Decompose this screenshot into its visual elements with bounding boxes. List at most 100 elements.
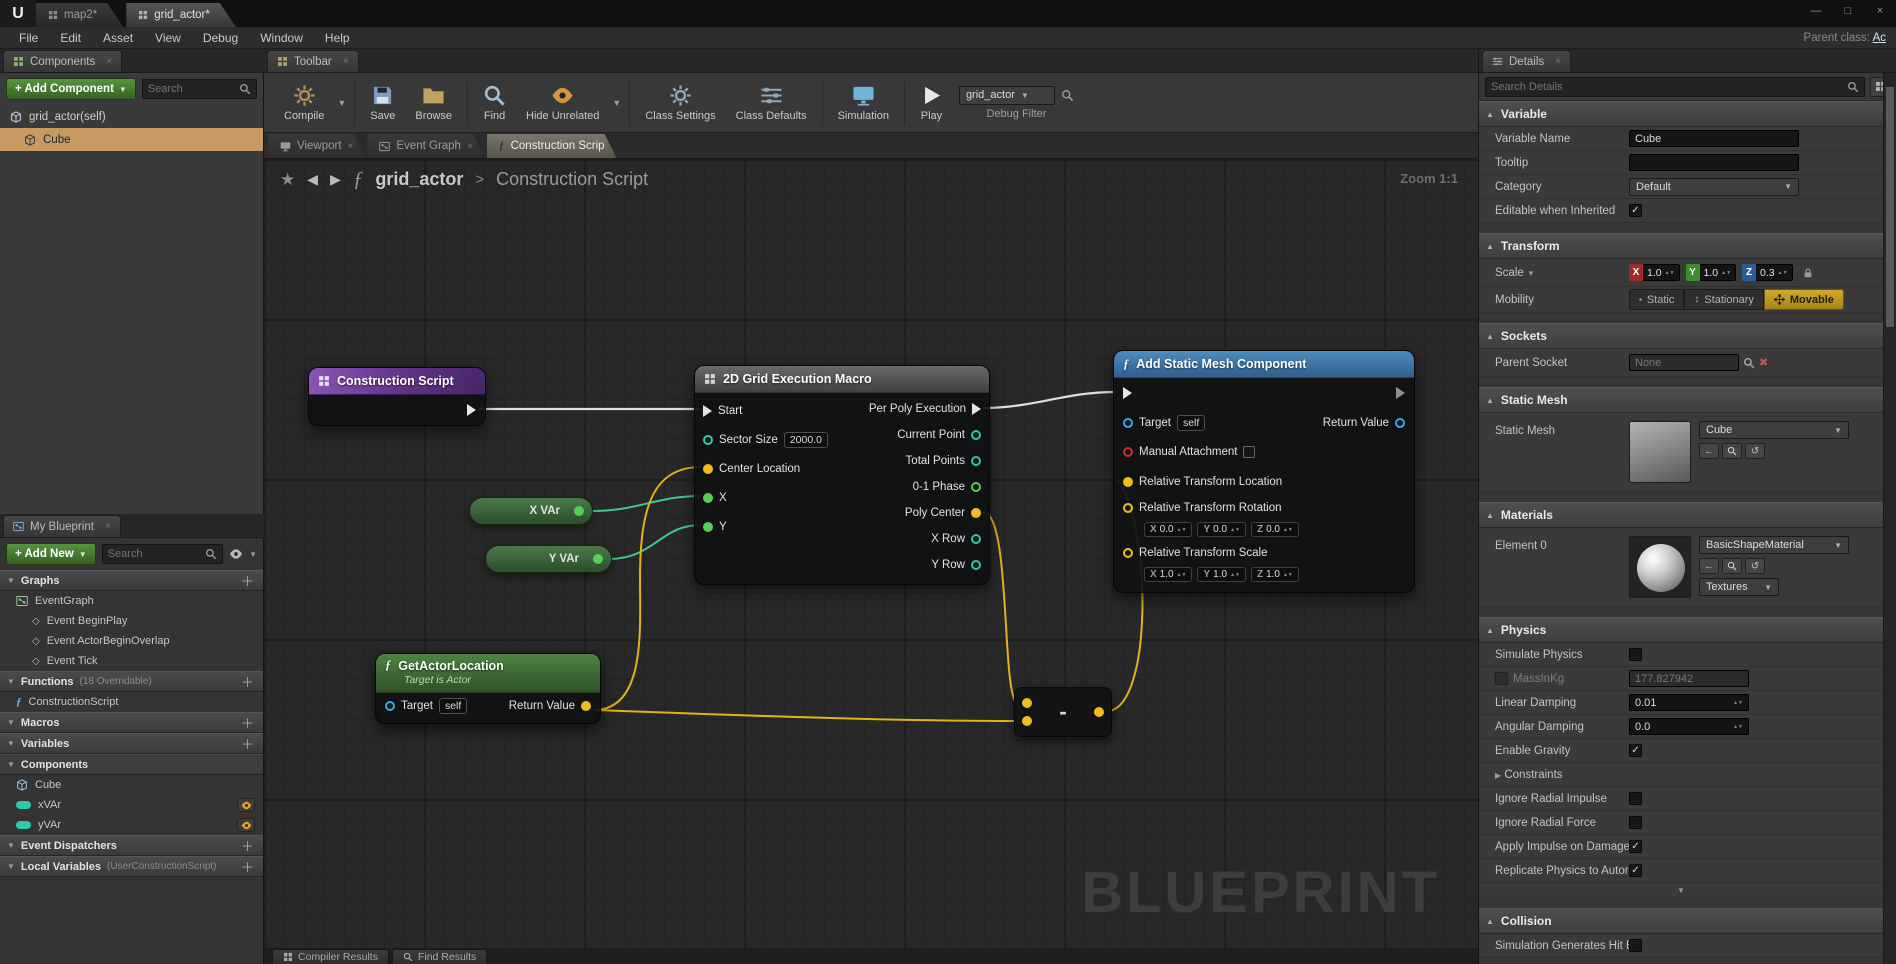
node-x-var[interactable]: X VAr xyxy=(469,497,593,525)
subtract-input-a-pin[interactable] xyxy=(1022,698,1032,708)
tooltip-input[interactable] xyxy=(1629,154,1799,171)
exec-in-pin[interactable] xyxy=(703,405,712,417)
x-pin[interactable] xyxy=(703,493,713,503)
browse-asset-button[interactable] xyxy=(1722,558,1742,574)
class-defaults-button[interactable]: Class Defaults xyxy=(726,81,817,125)
section-transform[interactable]: ▲ Transform xyxy=(1479,233,1883,259)
close-tab-icon[interactable]: × xyxy=(467,141,473,152)
add-variable-icon[interactable]: ＋ xyxy=(241,734,256,753)
tab-compiler-results[interactable]: Compiler Results xyxy=(272,949,389,964)
node-get-actor-location[interactable]: ƒ GetActorLocation Target is Actor Targe… xyxy=(375,653,601,724)
browse-button[interactable]: Browse xyxy=(405,81,462,125)
list-item-xvar[interactable]: xVAr xyxy=(0,795,263,815)
rotation-x-field[interactable]: X0.0▲▼ xyxy=(1144,522,1192,537)
tab-find-results[interactable]: Find Results xyxy=(392,949,487,964)
hide-unrelated-chevron-icon[interactable]: ▼ xyxy=(609,98,624,108)
ignore-radial-impulse-checkbox[interactable] xyxy=(1629,792,1642,805)
menu-item-edit[interactable]: Edit xyxy=(49,31,92,45)
close-tab-icon[interactable]: × xyxy=(348,141,354,152)
return-value-pin[interactable] xyxy=(581,701,591,711)
nav-back-icon[interactable]: ◀ xyxy=(307,171,318,188)
current-point-pin[interactable] xyxy=(971,430,981,440)
replicate-physics-checkbox[interactable] xyxy=(1629,864,1642,877)
manual-attachment-checkbox[interactable] xyxy=(1243,446,1255,458)
textures-dropdown[interactable]: Textures ▼ xyxy=(1699,578,1779,596)
spinner-icon[interactable]: ▲▼ xyxy=(1778,271,1788,275)
doc-tab-map2[interactable]: map2* xyxy=(36,3,123,27)
spinner-icon[interactable]: ▲▼ xyxy=(1177,573,1187,577)
menu-item-window[interactable]: Window xyxy=(249,31,314,45)
blueprint-graph-canvas[interactable]: ★ ◀ ▶ ƒ grid_actor > Construction Script… xyxy=(264,159,1478,948)
simulate-physics-checkbox[interactable] xyxy=(1629,648,1642,661)
section-event-dispatchers[interactable]: ▼ Event Dispatchers ＋ xyxy=(0,835,263,856)
rotation-y-field[interactable]: Y0.0▲▼ xyxy=(1197,522,1245,537)
static-mesh-thumbnail[interactable] xyxy=(1629,421,1691,483)
exec-out-pin[interactable] xyxy=(972,403,981,415)
doc-tab-grid-actor[interactable]: grid_actor* xyxy=(126,3,236,27)
list-item-constructionscript[interactable]: ƒ ConstructionScript xyxy=(0,692,263,712)
list-item-event-tick[interactable]: ◇ Event Tick xyxy=(0,651,263,671)
browse-asset-button[interactable] xyxy=(1722,443,1742,459)
reset-asset-button[interactable]: ↺ xyxy=(1745,558,1765,574)
spinner-icon[interactable]: ▲▼ xyxy=(1230,528,1240,532)
close-tab-icon[interactable]: × xyxy=(106,56,112,67)
section-graphs[interactable]: ▼ Graphs ＋ xyxy=(0,570,263,591)
static-mesh-dropdown[interactable]: Cube ▼ xyxy=(1699,421,1849,439)
node-construction-script[interactable]: Construction Script xyxy=(308,367,486,426)
ignore-radial-force-checkbox[interactable] xyxy=(1629,816,1642,829)
section-functions[interactable]: ▼ Functions (18 Overridable) ＋ xyxy=(0,671,263,692)
close-tab-icon[interactable]: × xyxy=(1555,56,1561,67)
spinner-icon[interactable]: ▲▼ xyxy=(1721,271,1731,275)
relative-location-pin[interactable] xyxy=(1123,477,1133,487)
target-pin[interactable] xyxy=(385,701,395,711)
restore-button[interactable]: □ xyxy=(1832,0,1864,22)
mobility-static-button[interactable]: ▪ Static xyxy=(1629,289,1684,310)
save-button[interactable]: Save xyxy=(360,81,405,125)
scale-x-field[interactable]: X1.0▲▼ xyxy=(1144,567,1192,582)
phase-pin[interactable] xyxy=(971,482,981,492)
component-item-grid-actor-self[interactable]: grid_actor(self) xyxy=(0,105,263,128)
sector-size-value[interactable]: 2000.0 xyxy=(784,432,828,448)
target-value[interactable]: self xyxy=(439,698,467,714)
spinner-icon[interactable]: ▲▼ xyxy=(1283,528,1293,532)
spinner-icon[interactable]: ▲▼ xyxy=(1733,725,1743,729)
menu-item-asset[interactable]: Asset xyxy=(92,31,144,45)
use-selected-button[interactable]: ← xyxy=(1699,443,1719,459)
angular-damping-input[interactable]: 0.0 ▲▼ xyxy=(1629,718,1749,735)
compile-options-chevron-icon[interactable]: ▼ xyxy=(334,98,349,108)
breadcrumb-root[interactable]: grid_actor xyxy=(375,169,463,190)
variable-name-input[interactable] xyxy=(1629,130,1799,147)
lock-icon[interactable] xyxy=(1802,267,1814,279)
return-value-pin[interactable] xyxy=(1395,418,1405,428)
add-function-icon[interactable]: ＋ xyxy=(241,672,256,691)
play-button[interactable]: Play xyxy=(910,81,953,125)
target-value[interactable]: self xyxy=(1177,415,1205,431)
subtract-input-b-pin[interactable] xyxy=(1022,716,1032,726)
center-location-pin[interactable] xyxy=(703,464,713,474)
simulation-button[interactable]: Simulation xyxy=(828,81,899,125)
exec-in-pin[interactable] xyxy=(1123,387,1132,399)
mobility-stationary-button[interactable]: ↕ Stationary xyxy=(1684,289,1764,310)
spinner-icon[interactable]: ▲▼ xyxy=(1283,573,1293,577)
scale-x-field[interactable]: X 1.0▲▼ xyxy=(1629,264,1680,281)
tab-my-blueprint[interactable]: My Blueprint × xyxy=(3,515,121,537)
class-settings-button[interactable]: Class Settings xyxy=(635,81,725,125)
section-sockets[interactable]: ▲ Sockets xyxy=(1479,323,1883,349)
add-dispatcher-icon[interactable]: ＋ xyxy=(241,836,256,855)
y-pin[interactable] xyxy=(703,522,713,532)
minimize-button[interactable]: — xyxy=(1800,0,1832,22)
details-scrollbar[interactable] xyxy=(1883,73,1896,964)
list-item-event-actorbeginoverlap[interactable]: ◇ Event ActorBeginOverlap xyxy=(0,631,263,651)
parent-socket-input[interactable]: None xyxy=(1629,354,1739,371)
section-variable[interactable]: ▲ Variable xyxy=(1479,101,1883,127)
section-macros[interactable]: ▼ Macros ＋ xyxy=(0,712,263,733)
section-collision[interactable]: ▲ Collision xyxy=(1479,908,1883,934)
target-pin[interactable] xyxy=(1123,418,1133,428)
find-button[interactable]: Find xyxy=(473,81,516,125)
add-local-variable-icon[interactable]: ＋ xyxy=(241,857,256,876)
sim-generates-hit-checkbox[interactable] xyxy=(1629,939,1642,952)
scale-y-field[interactable]: Y 1.0▲▼ xyxy=(1686,264,1737,281)
enable-gravity-checkbox[interactable] xyxy=(1629,744,1642,757)
use-selected-button[interactable]: ← xyxy=(1699,558,1719,574)
component-item-cube[interactable]: Cube xyxy=(0,128,263,151)
